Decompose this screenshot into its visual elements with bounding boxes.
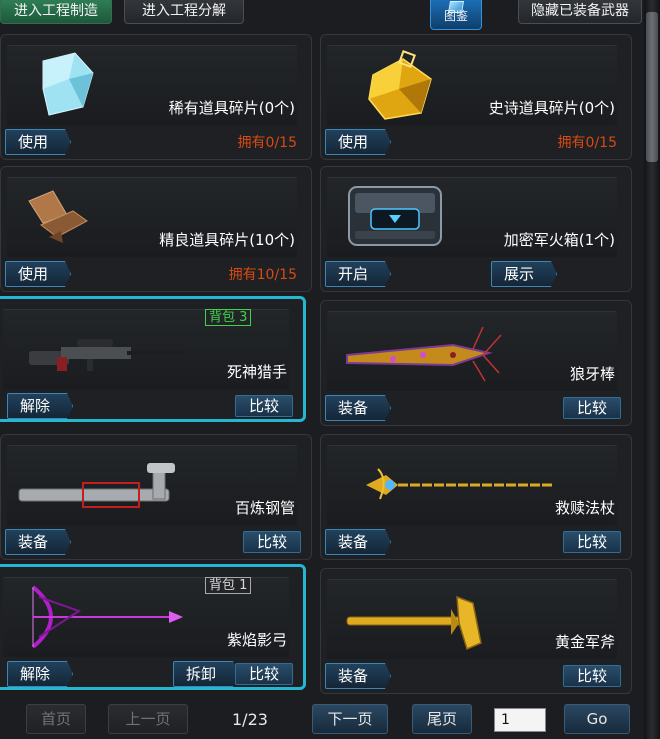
page-number-input[interactable] — [494, 708, 546, 732]
item-name: 黄金军斧 — [554, 633, 615, 651]
hide-equipped-toggle[interactable]: 隐藏已装备武器 — [518, 0, 642, 24]
item-card: 百炼钢管 装备 比较 — [0, 434, 312, 560]
equip-button[interactable]: 装备 — [5, 529, 71, 555]
use-button[interactable]: 使用 — [5, 261, 71, 287]
compare-button[interactable]: 比较 — [563, 531, 621, 553]
codex-label: 图鉴 — [443, 9, 468, 23]
sniper-rifle-icon — [29, 339, 185, 371]
spiked-bat-icon — [346, 326, 502, 382]
next-page-button[interactable]: 下一页 — [312, 704, 388, 734]
compare-button[interactable]: 比较 — [563, 665, 621, 687]
backpack-tag: 背包 1 — [205, 577, 252, 594]
item-card: 稀有道具碎片(0个) 使用 拥有0/15 — [0, 34, 312, 160]
equip-button[interactable]: 装备 — [325, 395, 391, 421]
compare-button[interactable]: 比较 — [235, 663, 293, 685]
staff-icon — [366, 468, 553, 500]
first-page-button[interactable]: 首页 — [26, 704, 86, 734]
item-name: 紫焰影弓 — [226, 631, 287, 649]
armory-panel: 进入工程制造 进入工程分解 图鉴 隐藏已装备武器 稀有道具碎片(0个) 使用 拥… — [0, 0, 660, 739]
cyan-shard-icon — [42, 52, 94, 116]
unequip-button[interactable]: 解除 — [7, 661, 73, 687]
item-name: 加密军火箱(1个) — [503, 231, 615, 249]
item-name: 百炼钢管 — [234, 499, 295, 517]
equip-button[interactable]: 装备 — [325, 529, 391, 555]
owned-count: 拥有0/15 — [237, 135, 297, 151]
purple-bow-icon — [31, 585, 183, 649]
compare-button[interactable]: 比较 — [243, 531, 301, 553]
use-button[interactable]: 使用 — [325, 129, 391, 155]
item-name: 狼牙棒 — [569, 365, 615, 383]
owned-count: 拥有10/15 — [228, 267, 297, 283]
use-button[interactable]: 使用 — [5, 129, 71, 155]
item-name: 稀有道具碎片(0个) — [168, 99, 295, 117]
backpack-tag: 背包 3 — [205, 309, 252, 326]
item-card: 狼牙棒 装备 比较 — [320, 300, 632, 426]
unequip-button[interactable]: 解除 — [7, 393, 73, 419]
item-name: 救赎法杖 — [554, 499, 615, 517]
show-button[interactable]: 展示 — [491, 261, 557, 287]
crate-icon — [348, 186, 442, 246]
last-page-button[interactable]: 尾页 — [412, 704, 472, 734]
item-card: 精良道具碎片(10个) 使用 拥有10/15 — [0, 166, 312, 292]
open-button[interactable]: 开启 — [325, 261, 391, 287]
go-button[interactable]: Go — [564, 704, 630, 734]
item-name: 死神猎手 — [226, 363, 287, 381]
gold-shard-icon — [368, 50, 432, 120]
scrollbar-thumb[interactable] — [646, 12, 658, 162]
equip-button[interactable]: 装备 — [325, 663, 391, 689]
enter-decompose-button[interactable]: 进入工程分解 — [124, 0, 244, 24]
enter-craft-button[interactable]: 进入工程制造 — [0, 0, 112, 24]
owned-count: 拥有0/15 — [557, 135, 617, 151]
item-name: 精良道具碎片(10个) — [159, 231, 295, 249]
item-card-equipped: 背包 3 死神猎手 解除 比较 — [0, 296, 306, 422]
item-card: 救赎法杖 装备 比较 — [320, 434, 632, 560]
codex-button[interactable]: 图鉴 — [430, 0, 482, 30]
item-card: 加密军火箱(1个) 开启 展示 — [320, 166, 632, 292]
compare-button[interactable]: 比较 — [235, 395, 293, 417]
item-name: 史诗道具碎片(0个) — [488, 99, 615, 117]
prev-page-button[interactable]: 上一页 — [108, 704, 188, 734]
item-card: 史诗道具碎片(0个) 使用 拥有0/15 — [320, 34, 632, 160]
page-indicator: 1/23 — [232, 710, 268, 729]
compare-button[interactable]: 比较 — [563, 397, 621, 419]
golden-axe-icon — [346, 595, 482, 651]
item-card: 黄金军斧 装备 比较 — [320, 568, 632, 694]
dismantle-button[interactable]: 拆卸 — [173, 661, 239, 687]
brown-shard-icon — [28, 190, 88, 243]
item-card-equipped: 背包 1 紫焰影弓 解除 拆卸 比较 — [0, 564, 306, 690]
steel-pipe-icon — [18, 463, 175, 508]
